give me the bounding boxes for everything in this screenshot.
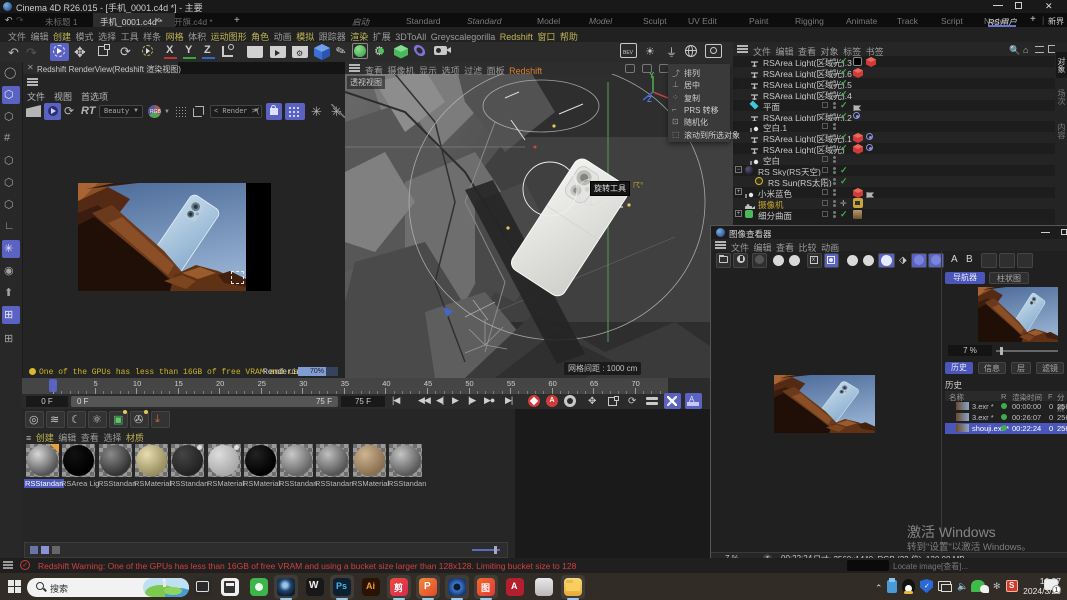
svg-text:Y: Y xyxy=(649,71,655,80)
svg-text:Z: Z xyxy=(647,95,652,104)
